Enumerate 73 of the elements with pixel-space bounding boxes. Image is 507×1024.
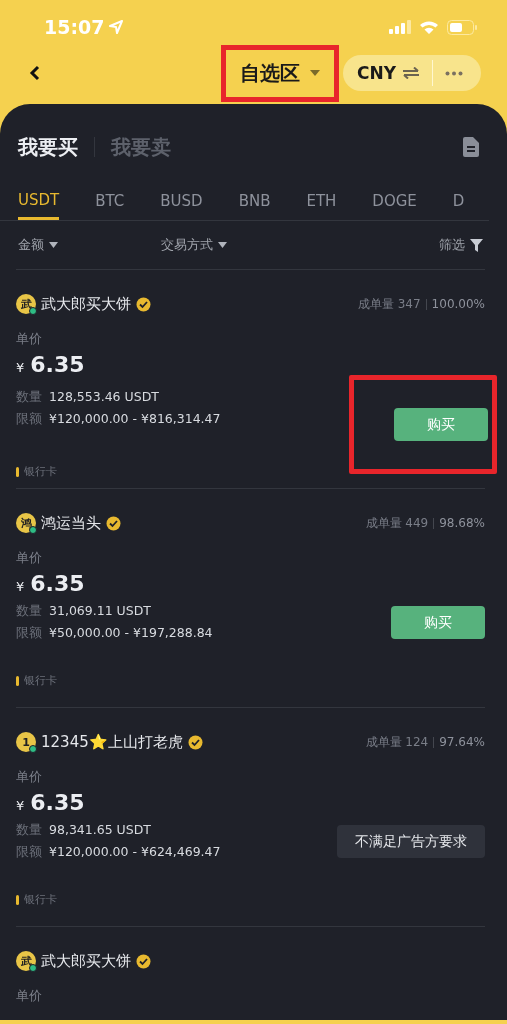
currency-sign: ¥ bbox=[16, 360, 25, 375]
price-label: 单价 bbox=[16, 549, 43, 567]
verified-badge-icon bbox=[136, 296, 151, 312]
price-value: 6.35 bbox=[30, 571, 85, 596]
payment-marker bbox=[16, 675, 19, 686]
limit-value: ¥120,000.00 - ¥816,314.47 bbox=[49, 411, 221, 426]
price-label: 单价 bbox=[16, 987, 43, 1005]
signal-icon bbox=[389, 20, 411, 34]
quantity-value: 128,553.46 USDT bbox=[49, 389, 159, 404]
side-tab[interactable]: 我要买 bbox=[18, 133, 78, 161]
payment-method: 银行卡 bbox=[24, 464, 57, 479]
quantity-label: 数量 bbox=[16, 603, 42, 620]
currency-button[interactable]: CNY bbox=[343, 55, 432, 91]
caret-icon bbox=[310, 70, 320, 76]
price-value: 6.35 bbox=[30, 790, 85, 815]
filter-button[interactable]: 筛选 bbox=[439, 236, 483, 254]
amount-dropdown[interactable]: 金额 bbox=[18, 236, 58, 254]
price-value: 6.35 bbox=[30, 352, 85, 377]
verified-badge-icon bbox=[187, 734, 203, 750]
status-time: 15:07 bbox=[44, 16, 105, 38]
orders-count: 成单量 124 bbox=[365, 733, 429, 751]
coin-tab[interactable]: USDT bbox=[18, 174, 60, 220]
funnel-icon bbox=[470, 238, 483, 252]
wifi-icon bbox=[419, 19, 439, 35]
payment-dropdown[interactable]: 交易方式 bbox=[160, 236, 227, 254]
caret-icon bbox=[217, 242, 227, 248]
avatar: 武 bbox=[16, 294, 36, 314]
coin-tab[interactable]: BUSD bbox=[160, 174, 203, 220]
requirement-button[interactable]: 不满足广告方要求 bbox=[337, 825, 485, 858]
market-selector[interactable]: 自选区 bbox=[236, 53, 324, 93]
merchant-name[interactable]: 武大郎买大饼 bbox=[41, 951, 131, 971]
coin-tab[interactable]: DOGE bbox=[372, 174, 417, 220]
coin-tab[interactable]: BTC bbox=[95, 174, 125, 220]
verified-badge-icon bbox=[136, 953, 151, 969]
currency-sign: ¥ bbox=[16, 579, 25, 594]
verified-badge-icon bbox=[106, 515, 121, 531]
swap-icon bbox=[402, 67, 420, 79]
caret-icon bbox=[49, 242, 58, 248]
document-icon[interactable] bbox=[463, 137, 479, 157]
coin-tab[interactable]: ETH bbox=[306, 174, 337, 220]
completion-rate: 97.64% bbox=[439, 735, 485, 749]
payment-marker bbox=[16, 466, 19, 477]
completion-rate: 100.00% bbox=[431, 297, 485, 311]
avatar: 1 bbox=[16, 732, 36, 752]
payment-method: 银行卡 bbox=[24, 892, 57, 907]
more-icon bbox=[445, 70, 463, 76]
orders-count: 成单量 347 bbox=[357, 295, 421, 313]
back-icon[interactable] bbox=[28, 64, 42, 82]
quantity-label: 数量 bbox=[16, 822, 42, 839]
completion-rate: 98.68% bbox=[439, 516, 485, 530]
location-arrow-icon bbox=[108, 19, 125, 35]
quantity-label: 数量 bbox=[16, 389, 42, 406]
price-label: 单价 bbox=[16, 768, 43, 786]
orders-count: 成单量 449 bbox=[365, 514, 429, 532]
limit-value: ¥50,000.00 - ¥197,288.84 bbox=[49, 625, 213, 640]
payment-method: 银行卡 bbox=[24, 673, 57, 688]
limit-label: 限额 bbox=[16, 411, 42, 428]
limit-label: 限额 bbox=[16, 625, 42, 642]
avatar: 武 bbox=[16, 951, 36, 971]
payment-marker bbox=[16, 894, 19, 905]
limit-label: 限额 bbox=[16, 844, 42, 861]
coin-tab[interactable]: BNB bbox=[238, 174, 271, 220]
currency-sign: ¥ bbox=[16, 798, 25, 813]
coin-tab[interactable]: D bbox=[452, 174, 465, 220]
merchant-name[interactable]: 12345⭐上山打老虎 bbox=[41, 732, 183, 752]
battery-icon bbox=[447, 19, 477, 35]
avatar: 鸿 bbox=[16, 513, 36, 533]
quantity-value: 98,341.65 USDT bbox=[49, 822, 151, 837]
quantity-value: 31,069.11 USDT bbox=[49, 603, 151, 618]
limit-value: ¥120,000.00 - ¥624,469.47 bbox=[49, 844, 221, 859]
merchant-name[interactable]: 武大郎买大饼 bbox=[41, 294, 131, 314]
price-label: 单价 bbox=[16, 330, 43, 348]
merchant-name[interactable]: 鸿运当头 bbox=[41, 513, 101, 533]
